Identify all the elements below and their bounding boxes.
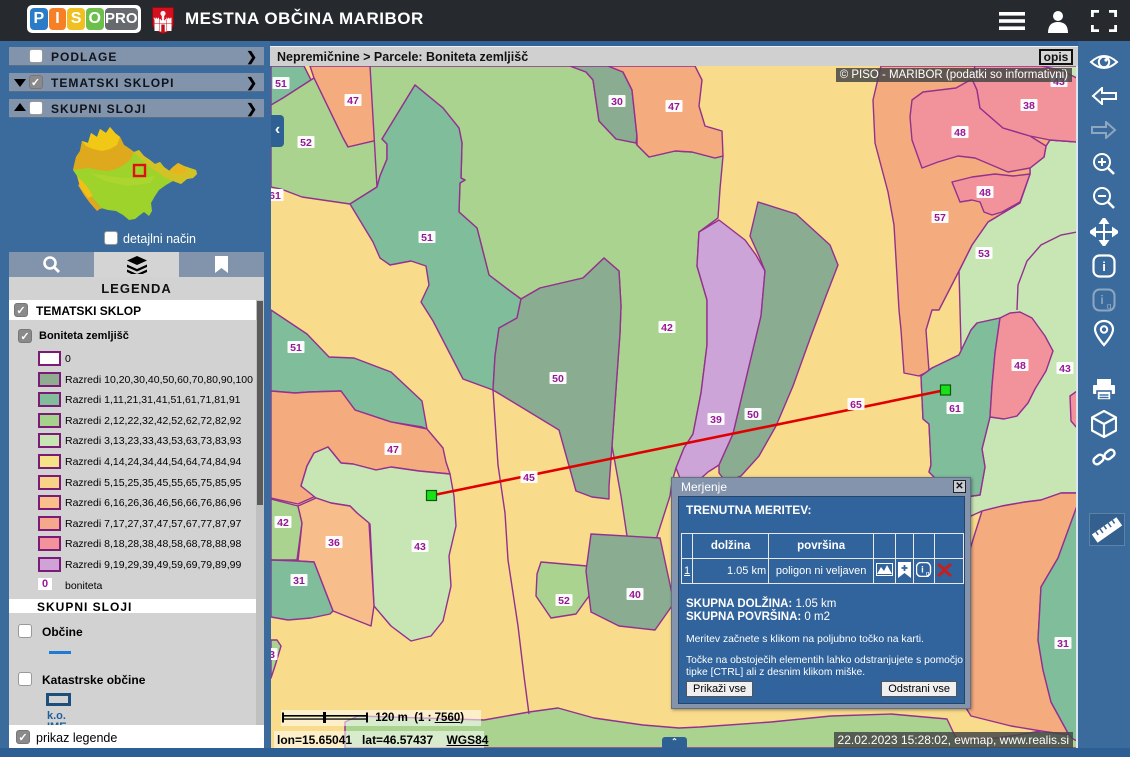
- svg-text:38: 38: [1023, 100, 1035, 112]
- svg-text:52: 52: [558, 595, 570, 607]
- svg-text:65: 65: [850, 399, 862, 411]
- svg-text:51: 51: [290, 342, 302, 354]
- svg-text:50: 50: [552, 373, 564, 385]
- svg-text:53: 53: [978, 248, 990, 260]
- svg-text:43: 43: [1059, 363, 1071, 375]
- svg-text:i: i: [1102, 259, 1106, 274]
- svg-text:31: 31: [293, 575, 305, 587]
- svg-text:31: 31: [1057, 638, 1069, 650]
- svg-text:48: 48: [979, 187, 991, 199]
- svg-text:51: 51: [275, 78, 287, 90]
- svg-text:47: 47: [347, 95, 359, 107]
- svg-text:i: i: [921, 565, 924, 576]
- svg-text:48: 48: [954, 127, 966, 139]
- svg-text:30: 30: [611, 96, 623, 108]
- svg-text:i: i: [1100, 293, 1103, 307]
- svg-text:45: 45: [523, 472, 535, 484]
- svg-text:g: g: [1106, 301, 1111, 311]
- svg-text:g: g: [926, 571, 930, 578]
- svg-text:3: 3: [271, 649, 275, 661]
- svg-text:61: 61: [271, 190, 281, 202]
- svg-text:40: 40: [629, 589, 641, 601]
- svg-text:52: 52: [300, 137, 312, 149]
- svg-text:51: 51: [421, 232, 433, 244]
- svg-text:42: 42: [661, 322, 673, 334]
- svg-text:39: 39: [710, 414, 722, 426]
- svg-text:47: 47: [668, 101, 680, 113]
- svg-text:50: 50: [747, 409, 759, 421]
- svg-text:36: 36: [328, 537, 340, 549]
- svg-text:61: 61: [949, 403, 961, 415]
- svg-text:57: 57: [934, 212, 946, 224]
- svg-text:48: 48: [1014, 360, 1026, 372]
- svg-text:47: 47: [387, 444, 399, 456]
- svg-text:43: 43: [414, 541, 426, 553]
- svg-text:42: 42: [277, 517, 289, 529]
